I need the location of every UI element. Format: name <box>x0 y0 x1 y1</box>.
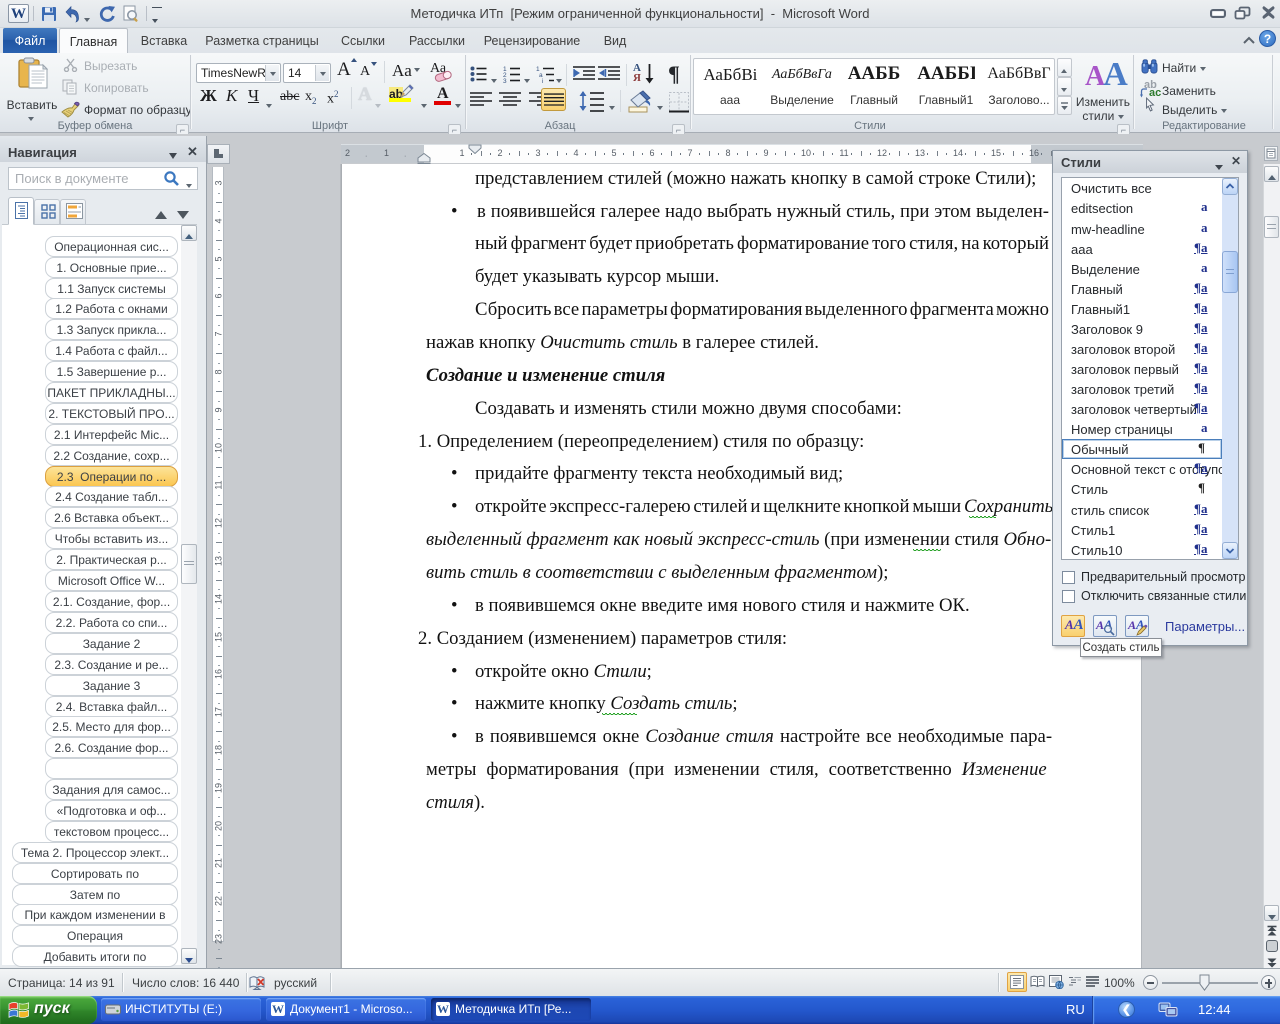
svg-text:3: 3 <box>503 78 507 83</box>
svg-text:i: i <box>542 78 543 83</box>
